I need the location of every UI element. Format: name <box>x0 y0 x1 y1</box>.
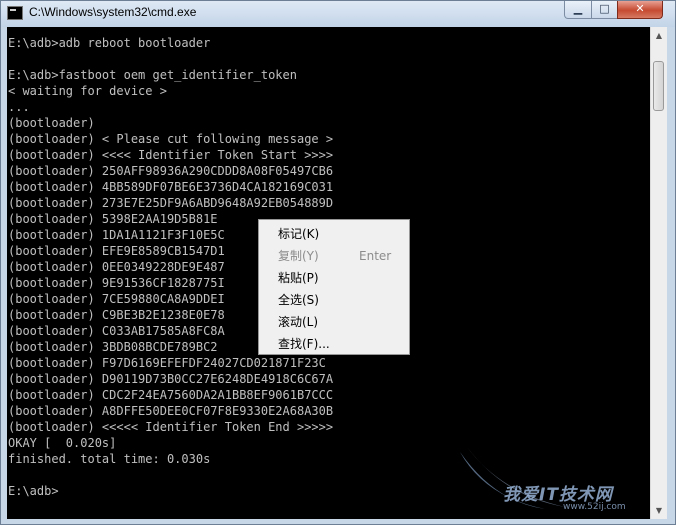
cmd-app-icon[interactable] <box>7 6 23 20</box>
menu-item-shortcut: Enter <box>359 249 392 263</box>
menu-item-label: 粘贴(P) <box>278 271 319 285</box>
vertical-scrollbar[interactable]: ▲ ▼ <box>650 27 667 519</box>
close-button[interactable]: ✕ <box>617 1 663 19</box>
context-menu-item[interactable]: 查找(F)... <box>259 333 409 355</box>
context-menu-item[interactable]: 滚动(L) <box>259 311 409 333</box>
watermark-url: www.52ij.com <box>563 502 626 512</box>
scroll-up-icon[interactable]: ▲ <box>651 27 667 44</box>
menu-item-label: 标记(K) <box>278 227 320 241</box>
window-title: C:\Windows\system32\cmd.exe <box>29 5 197 19</box>
menu-item-label: 复制(Y) <box>278 249 319 263</box>
menu-item-label: 全选(S) <box>278 293 319 307</box>
context-menu-item[interactable]: 复制(Y) Enter <box>259 245 409 267</box>
context-menu-item[interactable]: 标记(K) <box>259 223 409 245</box>
scrollbar-thumb[interactable] <box>653 61 664 111</box>
site-watermark: 我爱IT技术网 www.52ij.com <box>455 447 669 517</box>
menu-item-label: 滚动(L) <box>278 315 319 329</box>
context-menu: 标记(K) 复制(Y) Enter 粘贴(P) 全选(S) 滚动(L) 查找(F)... <box>258 219 410 355</box>
menu-item-label: 查找(F)... <box>278 337 330 351</box>
context-menu-item[interactable]: 全选(S) <box>259 289 409 311</box>
context-menu-item[interactable]: 粘贴(P) <box>259 267 409 289</box>
minimize-button[interactable]: ▁ <box>564 1 592 19</box>
maximize-button[interactable]: □ <box>591 1 618 19</box>
